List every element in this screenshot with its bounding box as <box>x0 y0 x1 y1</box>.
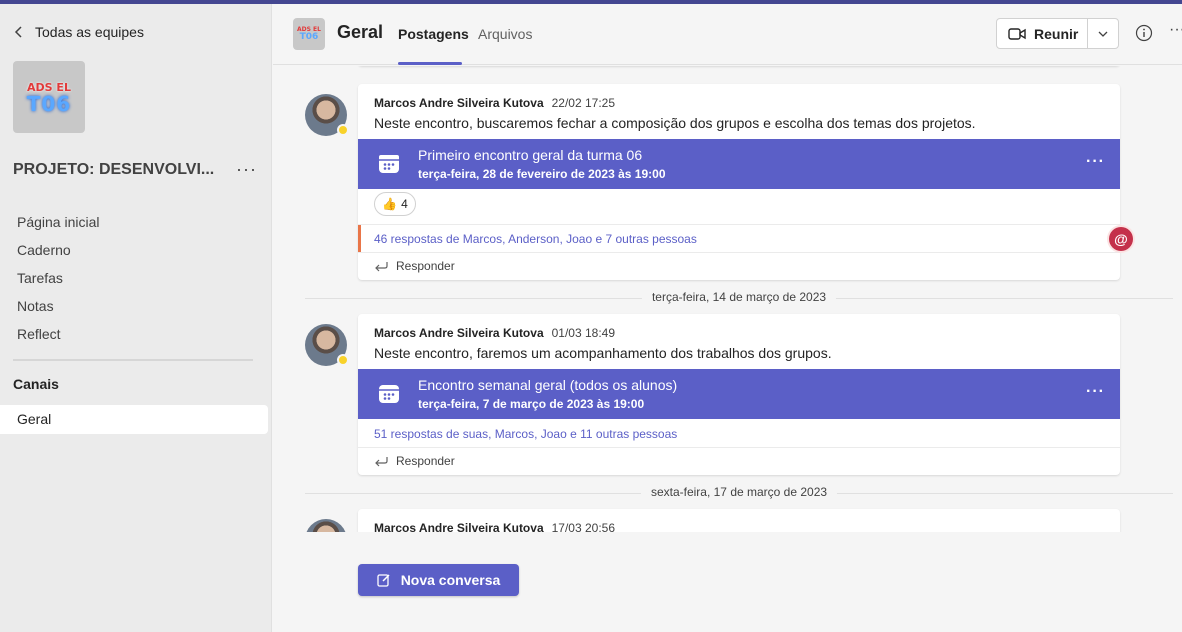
author-avatar[interactable] <box>305 324 349 366</box>
reply-label: Responder <box>396 454 455 468</box>
author-avatar[interactable] <box>305 94 349 136</box>
meeting-card[interactable]: Encontro semanal geral (todos os alunos)… <box>358 369 1120 419</box>
active-tab-indicator <box>398 62 462 65</box>
meeting-date: terça-feira, 7 de março de 2023 às 19:00 <box>418 397 645 411</box>
meet-button[interactable]: Reunir <box>997 19 1087 48</box>
post-time: 01/03 18:49 <box>551 326 616 340</box>
reply-button[interactable]: Responder <box>374 454 455 468</box>
back-to-all-teams[interactable]: Todas as equipes <box>13 24 144 40</box>
compose-area: Nova conversa <box>273 532 1182 632</box>
team-avatar: ADS EL T06 <box>13 61 85 133</box>
meeting-more-button[interactable]: ··· <box>1086 383 1105 401</box>
post-meta: Marcos Andre Silveira Kutova 17/03 20:56 <box>374 521 615 532</box>
team-sidebar: Todas as equipes ADS EL T06 PROJETO: DES… <box>0 4 272 632</box>
nav-item-assignments[interactable]: Tarefas <box>0 264 272 292</box>
date-separator: sexta-feira, 17 de março de 2023 <box>305 485 1173 501</box>
team-avatar-line2: T06 <box>26 91 72 116</box>
post-message: Neste encontro, buscaremos fechar a comp… <box>374 115 976 131</box>
channel-avatar: ADS EL T06 <box>293 18 325 50</box>
post-meta: Marcos Andre Silveira Kutova 01/03 18:49 <box>374 326 615 340</box>
channel-header: ADS EL T06 Geral Postagens Arquivos Reun… <box>273 4 1182 65</box>
video-camera-icon <box>1008 27 1026 40</box>
post-card: Marcos Andre Silveira Kutova 22/02 17:25 … <box>358 84 1120 280</box>
post-card: Marcos Andre Silveira Kutova 01/03 18:49 … <box>358 314 1120 475</box>
meet-button-group: Reunir <box>996 18 1119 49</box>
replies-summary-link[interactable]: 51 respostas de suas, Marcos, Joao e 11 … <box>374 427 677 441</box>
calendar-icon <box>379 385 399 403</box>
nav-item-grades[interactable]: Notas <box>0 292 272 320</box>
post-time: 17/03 20:56 <box>551 521 616 532</box>
date-separator: terça-feira, 14 de março de 2023 <box>305 290 1173 306</box>
reply-arrow-icon <box>375 457 388 467</box>
reaction-like[interactable]: 👍 4 <box>374 192 416 216</box>
channel-item-general[interactable]: Geral <box>0 405 268 434</box>
reply-separator <box>358 224 1120 225</box>
reply-separator <box>358 252 1120 253</box>
post-message: Neste encontro, faremos um acompanhament… <box>374 345 832 361</box>
team-more-options-button[interactable]: ··· <box>236 159 257 180</box>
reply-label: Responder <box>396 259 455 273</box>
nav-item-reflect[interactable]: Reflect <box>0 320 272 348</box>
thumbs-up-icon: 👍 <box>382 197 398 211</box>
reply-button[interactable]: Responder <box>374 259 455 273</box>
meet-dropdown-button[interactable] <box>1088 19 1118 48</box>
post-card: Marcos Andre Silveira Kutova 17/03 20:56 <box>358 509 1120 532</box>
author-avatar[interactable] <box>305 519 347 532</box>
date-separator-label: terça-feira, 14 de março de 2023 <box>641 290 837 304</box>
status-away-icon <box>337 124 349 136</box>
channel-avatar-line2: T06 <box>299 32 319 42</box>
meeting-title: Primeiro encontro geral da turma 06 <box>418 147 643 163</box>
compose-icon <box>377 574 390 587</box>
meeting-date: terça-feira, 28 de fevereiro de 2023 às … <box>418 167 666 181</box>
info-icon[interactable] <box>1135 24 1153 42</box>
post-author[interactable]: Marcos Andre Silveira Kutova <box>374 521 544 532</box>
unread-indicator <box>358 225 361 252</box>
team-name: PROJETO: DESENVOLVI... <box>13 161 215 178</box>
post-time: 22/02 17:25 <box>551 96 616 110</box>
more-options-button[interactable]: ··· <box>1169 21 1182 39</box>
post-author[interactable]: Marcos Andre Silveira Kutova <box>374 326 544 340</box>
new-conversation-button[interactable]: Nova conversa <box>358 564 519 596</box>
meeting-more-button[interactable]: ··· <box>1086 153 1105 171</box>
channels-heading: Canais <box>13 376 59 392</box>
channel-title: Geral <box>337 22 384 42</box>
reaction-count: 4 <box>401 197 408 211</box>
post-meta: Marcos Andre Silveira Kutova 22/02 17:25 <box>374 96 615 110</box>
meeting-card[interactable]: Primeiro encontro geral da turma 06 terç… <box>358 139 1120 189</box>
reply-separator <box>358 447 1120 448</box>
mention-icon[interactable]: @ <box>1109 227 1133 251</box>
new-conversation-label: Nova conversa <box>400 572 501 588</box>
team-nav: Página inicial Caderno Tarefas Notas Ref… <box>0 208 272 348</box>
reply-arrow-icon <box>375 262 388 272</box>
calendar-icon <box>379 155 399 173</box>
date-separator-label: sexta-feira, 17 de março de 2023 <box>640 485 838 499</box>
meet-label: Reunir <box>1034 25 1079 42</box>
nav-item-home[interactable]: Página inicial <box>0 208 272 236</box>
replies-summary-link[interactable]: 46 respostas de Marcos, Anderson, Joao e… <box>374 232 697 246</box>
sidebar-divider <box>13 359 253 361</box>
nav-item-notebook[interactable]: Caderno <box>0 236 272 264</box>
chevron-down-icon <box>1098 31 1108 37</box>
status-away-icon <box>337 354 349 366</box>
chevron-left-icon <box>14 26 22 38</box>
meeting-title: Encontro semanal geral (todos os alunos) <box>418 377 678 393</box>
back-label: Todas as equipes <box>35 24 144 40</box>
post-author[interactable]: Marcos Andre Silveira Kutova <box>374 96 544 110</box>
posts-feed[interactable]: Marcos Andre Silveira Kutova 22/02 17:25 … <box>273 66 1182 532</box>
tab-files[interactable]: Arquivos <box>478 26 532 42</box>
tab-posts[interactable]: Postagens <box>398 26 469 42</box>
